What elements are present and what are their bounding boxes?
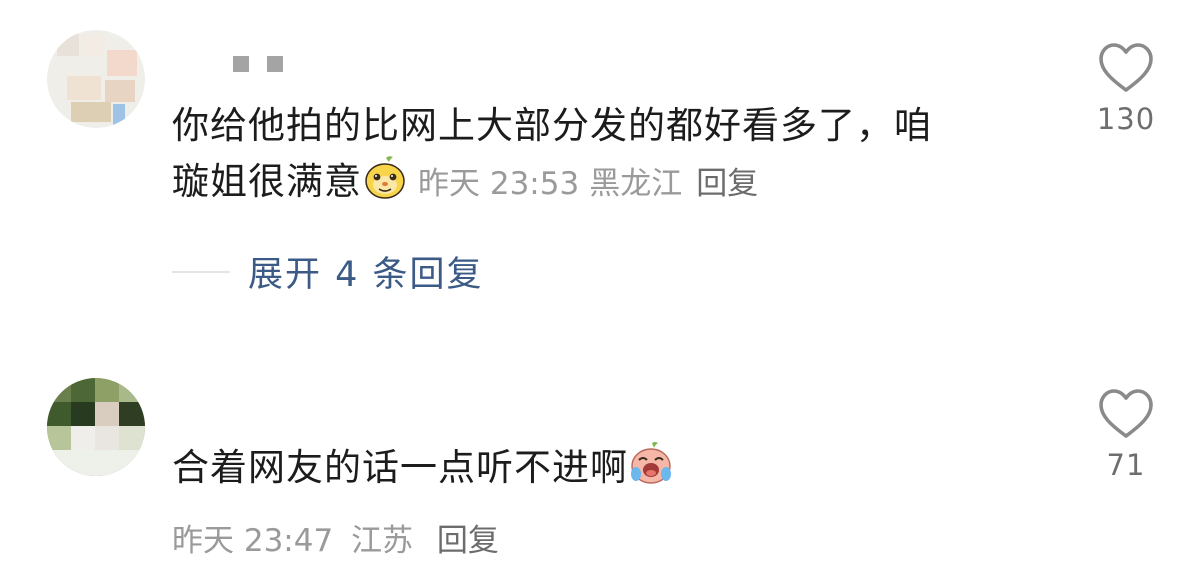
- reply-button[interactable]: 回复: [696, 166, 758, 202]
- comment-meta: 昨天 23:47 江苏 回复: [172, 515, 499, 560]
- comment-text: 合着网友的话一点听不进啊: [172, 440, 1032, 496]
- comment-meta: 昨天 23:53 黑龙江 回复: [418, 166, 758, 202]
- comment-location: 黑龙江: [589, 166, 683, 202]
- comment-location: 江苏: [351, 523, 414, 559]
- comment-time: 昨天 23:53: [418, 166, 580, 202]
- expand-replies-label: 展开 4 条回复: [248, 255, 484, 295]
- smug-face-emoji-icon: [365, 156, 405, 199]
- like-count: 71: [1106, 448, 1146, 482]
- like-control[interactable]: 130: [1096, 42, 1156, 136]
- reply-button[interactable]: 回复: [437, 523, 499, 559]
- comment-text: 你给他拍的比网上大部分发的都好看多了，咱 璇姐很满意 昨天 23:53 黑龙江 回复: [172, 98, 1032, 212]
- comment-text-line: 你给他拍的比网上大部分发的都好看多了，咱: [172, 104, 932, 147]
- divider-line: [172, 270, 230, 273]
- avatar[interactable]: [47, 30, 145, 128]
- heart-outline-icon[interactable]: [1097, 388, 1155, 440]
- expand-replies-button[interactable]: 展开 4 条回复: [172, 246, 484, 297]
- username-masked[interactable]: [233, 56, 283, 72]
- avatar[interactable]: [47, 378, 145, 476]
- crying-laughing-emoji-icon: [631, 442, 671, 484]
- heart-outline-icon[interactable]: [1097, 42, 1155, 94]
- comment-item: 你给他拍的比网上大部分发的都好看多了，咱 璇姐很满意 昨天 23:53 黑龙江 回复…: [0, 0, 1200, 320]
- comment-text-line: 璇姐很满意: [172, 160, 362, 203]
- comment-time: 昨天 23:47: [172, 523, 334, 559]
- comment-text-line: 合着网友的话一点听不进啊: [172, 446, 628, 489]
- like-control[interactable]: 71: [1096, 388, 1156, 482]
- like-count: 130: [1096, 102, 1156, 136]
